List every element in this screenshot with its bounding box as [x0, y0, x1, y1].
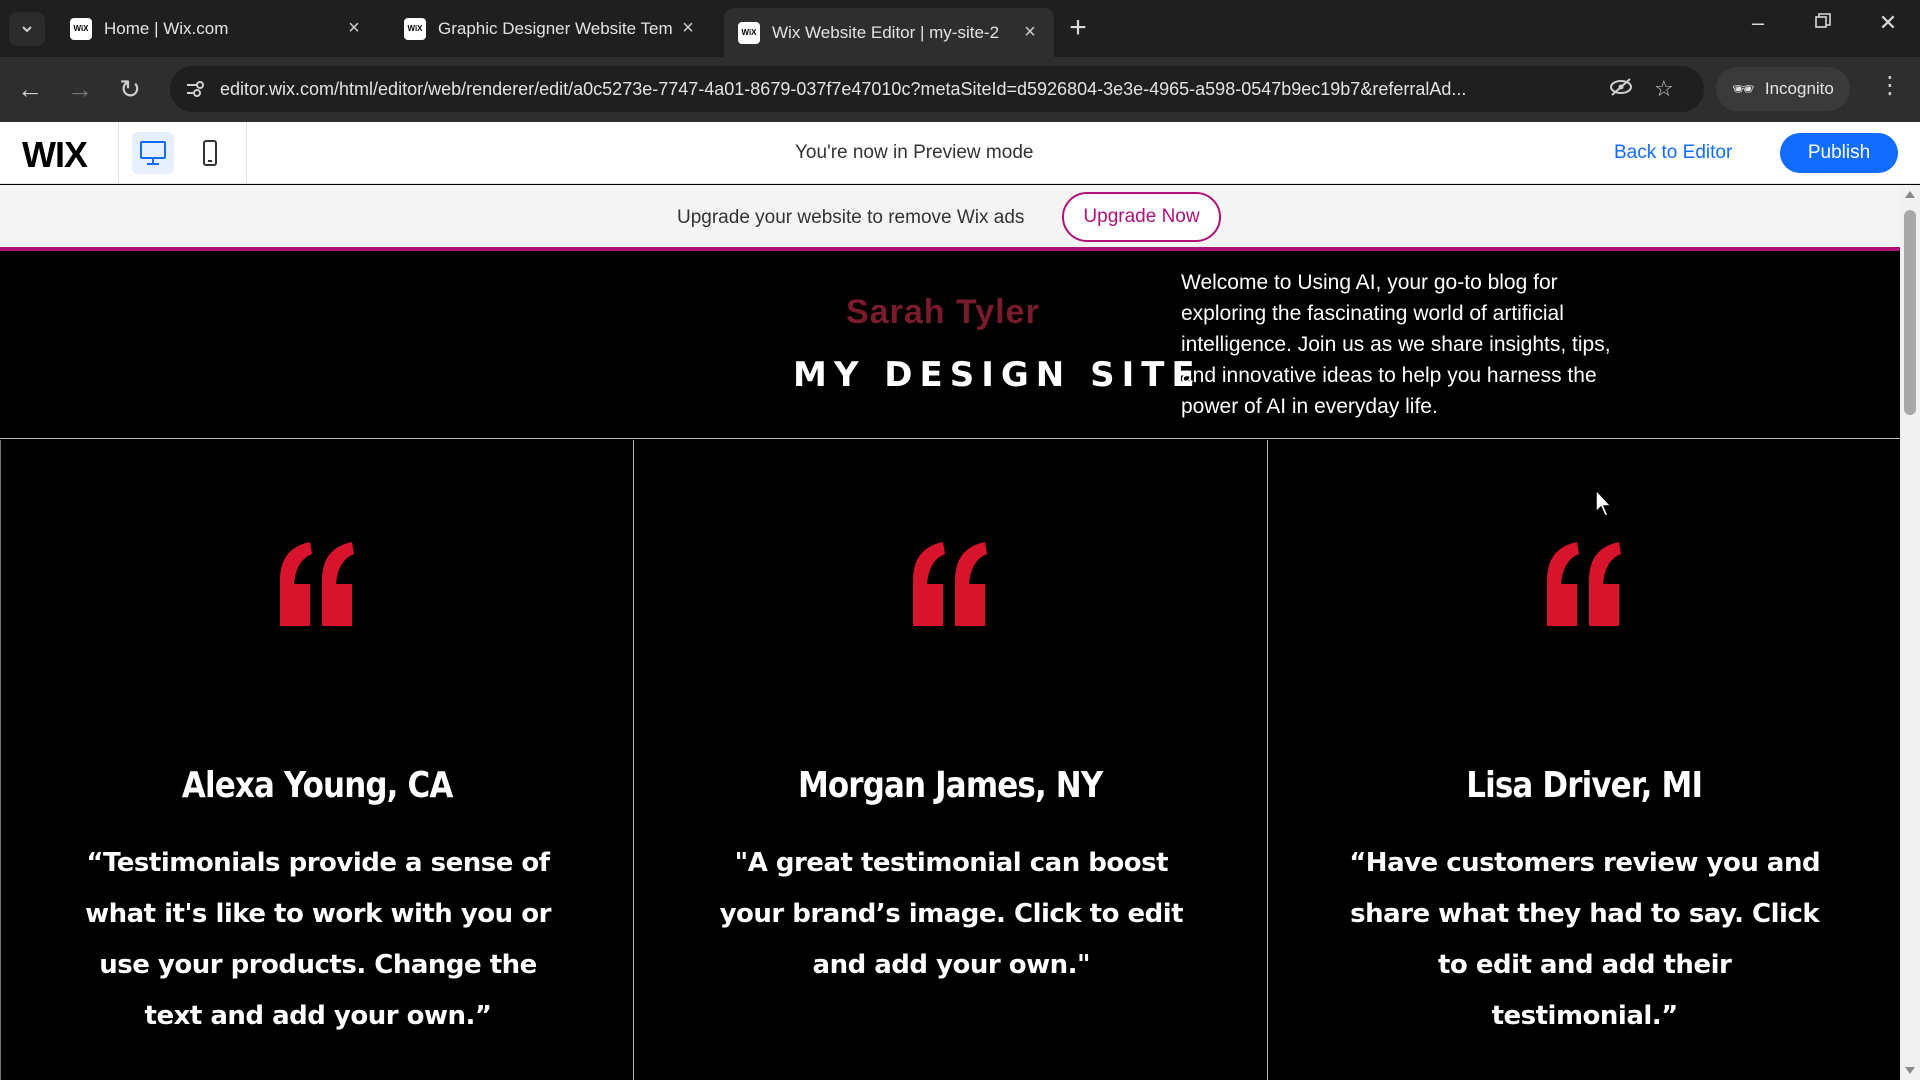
quote-mark-icon	[1, 540, 633, 640]
window-close-icon[interactable]: ✕	[1870, 10, 1906, 36]
ad-banner-text: Upgrade your website to remove Wix ads	[677, 207, 1025, 228]
testimonial-author: Morgan James, NY	[798, 765, 1103, 806]
back-to-editor-link[interactable]: Back to Editor	[1614, 142, 1732, 164]
preview-mode-message: You're now in Preview mode	[795, 142, 1034, 163]
incognito-icon: 🕶	[1732, 78, 1755, 99]
star-icon[interactable]: ☆	[1654, 76, 1674, 102]
site-owner-name[interactable]: Sarah Tyler	[846, 293, 1040, 332]
testimonial-quote: "A great testimonial can boost your bran…	[719, 848, 1184, 980]
site-title[interactable]: MY DESIGN SITE	[793, 355, 1202, 395]
close-icon[interactable]: ×	[678, 17, 698, 40]
address-bar[interactable]: editor.wix.com/html/editor/web/renderer/…	[170, 66, 1704, 112]
testimonial-quote: “Have customers review you and share wha…	[1349, 848, 1821, 1031]
wix-favicon-icon: WiX	[404, 17, 426, 40]
testimonial-card: Lisa Driver, MI “Have customers review y…	[1266, 440, 1900, 1080]
close-icon[interactable]: ×	[1020, 21, 1040, 44]
more-menu-icon[interactable]: ⋮	[1878, 71, 1902, 100]
mobile-icon	[203, 140, 217, 166]
reload-icon[interactable]: ↻	[112, 71, 148, 107]
tab-wix-editor[interactable]: WiX Wix Website Editor | my-site-2 ×	[724, 8, 1054, 57]
testimonial-card: Alexa Young, CA “Testimonials provide a …	[0, 440, 633, 1080]
upgrade-now-button[interactable]: Upgrade Now	[1062, 192, 1221, 242]
wix-favicon-icon: WiX	[738, 21, 760, 44]
publish-button[interactable]: Publish	[1780, 133, 1898, 173]
testimonial-quote: “Testimonials provide a sense of what it…	[85, 848, 551, 1031]
page-scrollbar[interactable]	[1900, 185, 1920, 1080]
site-settings-icon[interactable]	[184, 78, 206, 100]
site-intro-text: Welcome to Using AI, your go-to blog for…	[1181, 271, 1611, 418]
chevron-down-icon	[22, 26, 32, 33]
desktop-icon	[140, 141, 166, 165]
url-text[interactable]: editor.wix.com/html/editor/web/renderer/…	[220, 79, 1580, 100]
forward-arrow-icon[interactable]: →	[62, 71, 98, 107]
tab-graphic-designer[interactable]: WiX Graphic Designer Website Tem ×	[390, 8, 712, 49]
quote-mark-icon	[1268, 540, 1900, 640]
testimonial-author: Lisa Driver, MI	[1465, 765, 1703, 806]
wix-ad-banner: Upgrade your website to remove Wix ads U…	[0, 185, 1900, 251]
new-tab-plus-icon[interactable]: +	[1063, 10, 1093, 46]
testimonials-section: Alexa Young, CA “Testimonials provide a …	[0, 440, 1900, 1080]
divider	[118, 122, 119, 184]
eye-off-icon[interactable]	[1608, 76, 1634, 104]
restore-icon[interactable]	[1805, 10, 1841, 36]
wix-favicon-icon: WiX	[70, 17, 92, 40]
mouse-cursor-icon	[1595, 488, 1613, 517]
desktop-view-button[interactable]	[132, 132, 174, 174]
scroll-down-arrow-icon[interactable]	[1905, 1067, 1915, 1074]
testimonial-card: Morgan James, NY "A great testimonial ca…	[633, 440, 1266, 1080]
wix-logo: WIX	[22, 134, 88, 175]
site-header: Sarah Tyler MY DESIGN SITE Welcome to Us…	[0, 255, 1900, 439]
close-icon[interactable]: ×	[344, 17, 364, 40]
tab-home-wix[interactable]: WiX Home | Wix.com ×	[56, 8, 378, 49]
incognito-label: Incognito	[1764, 79, 1834, 98]
tab-title: Home | Wix.com	[104, 18, 229, 38]
scroll-up-arrow-icon[interactable]	[1905, 191, 1915, 198]
quote-mark-icon	[634, 540, 1266, 640]
scrollbar-thumb[interactable]	[1904, 210, 1916, 415]
tab-search-button[interactable]	[9, 12, 45, 46]
tab-title: Graphic Designer Website Tem	[438, 18, 673, 38]
testimonial-author: Alexa Young, CA	[181, 765, 453, 806]
mobile-view-button[interactable]	[189, 132, 231, 174]
browser-toolbar: ← → ↻ editor.wix.com/html/editor/web/ren…	[0, 57, 1920, 122]
incognito-indicator[interactable]: 🕶 Incognito	[1716, 67, 1850, 111]
tab-title: Wix Website Editor | my-site-2	[772, 22, 1000, 42]
minimize-icon[interactable]: –	[1740, 10, 1776, 36]
back-arrow-icon[interactable]: ←	[12, 71, 48, 107]
divider	[246, 122, 247, 184]
browser-tab-strip: WiX Home | Wix.com × WiX Graphic Designe…	[0, 0, 1920, 57]
wix-preview-bar: WIX You're now in Preview mode Back to E…	[0, 122, 1920, 184]
